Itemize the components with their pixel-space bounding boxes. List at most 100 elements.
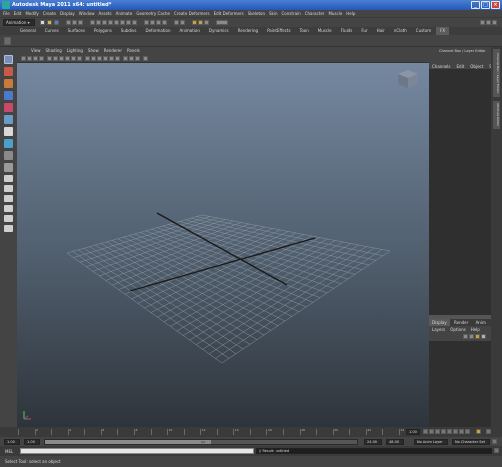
wireframe-on-shaded-icon[interactable] [97,56,102,61]
shelf-tab-hair[interactable]: Hair [373,27,389,35]
ipr-render-icon[interactable] [198,20,203,25]
safe-action-icon[interactable] [77,56,82,61]
animation-start-field[interactable]: 1.00 [4,439,20,445]
cb-menu-object[interactable]: Object [470,64,483,69]
lasso-tool-icon[interactable] [4,67,13,76]
menu-edit-deformers[interactable]: Edit Deformers [214,11,244,16]
hypershade-layout-icon[interactable] [4,225,13,232]
shelf-tab-rendering[interactable]: Rendering [234,27,262,35]
select-hierarchy-icon[interactable] [66,20,71,25]
close-button[interactable]: × [491,1,500,9]
snap-plane-icon[interactable] [162,20,167,25]
select-tool-icon[interactable] [4,55,13,64]
maximize-button[interactable]: □ [481,1,490,9]
shelf-tab-polygons[interactable]: Polygons [90,27,116,35]
select-object-icon[interactable] [72,20,77,25]
menu-skin[interactable]: Skin [269,11,278,16]
shelf-tab-animation[interactable]: Animation [176,27,204,35]
cb-menu-edit[interactable]: Edit [457,64,465,69]
open-scene-icon[interactable] [47,20,52,25]
step-back-frame-icon[interactable] [435,429,440,434]
step-forward-frame-icon[interactable] [453,429,458,434]
gate-mask-icon[interactable] [65,56,70,61]
shelf-tab-deformation[interactable]: Deformation [142,27,175,35]
mask-dynamics-icon[interactable] [120,20,125,25]
snap-point-icon[interactable] [156,20,161,25]
shelf-tab-fluids[interactable]: Fluids [337,27,357,35]
grid-toggle-icon[interactable] [47,56,52,61]
resolution-gate-icon[interactable] [59,56,64,61]
shelf-tab-general[interactable]: General [16,27,40,35]
film-gate-icon[interactable] [53,56,58,61]
step-forward-key-icon[interactable] [459,429,464,434]
paint-select-tool-icon[interactable] [4,79,13,88]
menu-set-dropdown[interactable]: Animation ▾ [3,19,35,26]
history-icon[interactable] [174,20,179,25]
view-cube-icon[interactable] [397,69,419,89]
input-line-icon[interactable] [216,20,228,25]
layer-menu-options[interactable]: Options [450,327,465,332]
xray-icon[interactable] [123,56,128,61]
layer-tab-anim[interactable]: Anim [473,319,489,326]
attribute-editor-vertical-tab[interactable]: Attribute Editor [493,101,500,129]
shelf-tab-muscle[interactable]: Muscle [314,27,336,35]
minimize-button[interactable]: _ [471,1,480,9]
shelf-tab-surfaces[interactable]: Surfaces [64,27,89,35]
move-layer-down-icon[interactable] [469,334,474,339]
outliner-layout-icon[interactable] [4,215,13,222]
playback-start-field[interactable]: 1.00 [24,439,40,445]
shelf-tab-custom[interactable]: Custom [412,27,435,35]
universal-manipulator-icon[interactable] [4,127,13,136]
shelf-tab-subdivs[interactable]: Subdivs [117,27,141,35]
menu-edit[interactable]: Edit [14,11,22,16]
use-all-lights-icon[interactable] [109,56,114,61]
camera-attributes-icon[interactable] [27,56,32,61]
show-manipulator-icon[interactable] [4,151,13,160]
menu-geometry-cache[interactable]: Geometry Cache [136,11,170,16]
shelf-tab-painteffects[interactable]: PaintEffects [263,27,295,35]
menu-display[interactable]: Display [60,11,75,16]
layer-menu-help[interactable]: Help [471,327,480,332]
go-to-end-icon[interactable] [465,429,470,434]
shelf-tab-dynamics[interactable]: Dynamics [205,27,233,35]
select-camera-icon[interactable] [21,56,26,61]
shelf-gear-icon[interactable] [4,37,11,45]
mask-curves-icon[interactable] [102,20,107,25]
bookmarks-icon[interactable] [33,56,38,61]
time-slider[interactable]: 2 4 6 8 10 12 14 16 18 20 22 24 1.00 [0,427,502,437]
panel-menu-panels[interactable]: Panels [127,48,140,53]
shelf-tab-fx[interactable]: FX [436,27,450,35]
show-attribute-editor-icon[interactable] [480,20,485,25]
panel-menu-show[interactable]: Show [88,48,99,53]
shelf-tab-curves[interactable]: Curves [41,27,63,35]
layer-menu-layers[interactable]: Layers [432,327,445,332]
character-set-dropdown[interactable]: No Character Set [452,439,490,445]
show-channel-box-icon[interactable] [492,20,497,25]
layer-tab-display[interactable]: Display [429,319,450,326]
menu-assets[interactable]: Assets [99,11,112,16]
shelf-tab-ncloth[interactable]: nCloth [390,27,411,35]
menu-create[interactable]: Create [43,11,56,16]
channel-box-body[interactable] [429,69,491,315]
save-scene-icon[interactable] [54,20,59,25]
soft-modification-icon[interactable] [4,139,13,148]
cb-menu-channels[interactable]: Channels [432,64,451,69]
persp-outliner-layout-icon[interactable] [4,195,13,202]
mask-misc-icon[interactable] [132,20,137,25]
animation-preferences-icon[interactable] [486,429,491,434]
isolate-select-icon[interactable] [135,56,140,61]
menu-modify[interactable]: Modify [25,11,38,16]
script-editor-icon[interactable] [494,448,499,453]
anim-layer-dropdown[interactable]: No Anim Layer [414,439,448,445]
new-scene-icon[interactable] [40,20,45,25]
single-pane-layout-icon[interactable] [4,175,13,182]
rotate-tool-icon[interactable] [4,103,13,112]
playback-end-field[interactable]: 24.00 [364,439,382,445]
layer-list[interactable] [429,341,491,427]
shelf-tab-fur[interactable]: Fur [357,27,371,35]
perspective-viewport[interactable] [17,63,429,427]
menu-window[interactable]: Window [79,11,95,16]
snap-curve-icon[interactable] [150,20,155,25]
xray-joints-icon[interactable] [129,56,134,61]
command-input[interactable] [20,448,254,454]
